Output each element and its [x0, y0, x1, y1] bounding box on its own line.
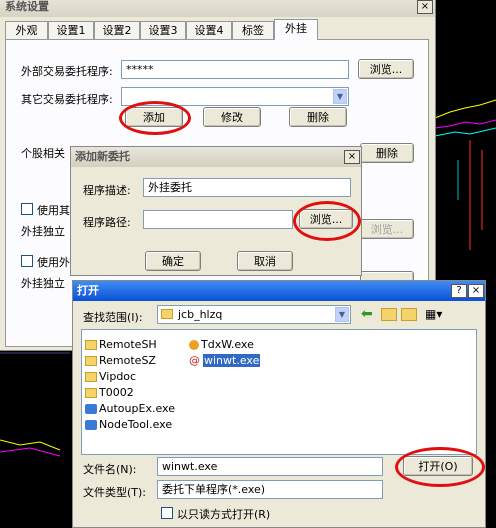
settings-title: 系统设置 [5, 0, 49, 13]
open-help-button[interactable]: ? [451, 284, 467, 298]
sun-icon [189, 340, 199, 350]
other-trade-label: 其它交易委托程序: [21, 93, 113, 106]
tab-settings1[interactable]: 设置1 [48, 21, 94, 39]
add-order-title: 添加新委托 [75, 150, 130, 163]
list-item[interactable]: RemoteSZ [85, 354, 156, 368]
open-title-bar: 打开 [73, 281, 485, 301]
tab-appearance[interactable]: 外观 [5, 21, 48, 39]
list-item[interactable]: NodeTool.exe [85, 418, 172, 432]
exe-gear-icon [85, 404, 97, 414]
other-trade-select[interactable] [121, 87, 349, 106]
list-item[interactable]: RemoteSH [85, 338, 157, 352]
program-desc-label: 程序描述: [83, 184, 131, 197]
open-file-dialog: 打开 ? × 查找范围(I): jcb_hlzq ▼ ⬅ ▦▾ RemoteSH… [72, 280, 486, 528]
tab-settings4[interactable]: 设置4 [186, 21, 232, 39]
list-item[interactable]: AutoupEx.exe [85, 402, 175, 416]
filename-field[interactable]: winwt.exe [157, 457, 383, 476]
ext-indep2-label: 外挂独立 [21, 277, 65, 290]
add-order-close-button[interactable]: × [344, 150, 360, 164]
list-item[interactable]: T0002 [85, 386, 134, 400]
program-desc-field[interactable]: 外挂委托 [143, 178, 351, 197]
tab-settings3[interactable]: 设置3 [140, 21, 186, 39]
folder-icon [85, 340, 97, 350]
lookin-value: jcb_hlzq [178, 308, 223, 321]
filetype-select[interactable]: 委托下单程序(*.exe) [157, 480, 383, 499]
folder-icon [85, 372, 97, 382]
open-close-button[interactable]: × [468, 284, 484, 298]
folder-icon [85, 388, 97, 398]
modify-button[interactable]: 修改 [203, 107, 261, 127]
open-button[interactable]: 打开(O) [403, 456, 473, 476]
cancel-button[interactable]: 取消 [237, 251, 293, 271]
exe-gear-icon [85, 420, 97, 430]
ext-trade-field[interactable]: ***** [121, 60, 349, 79]
stock-related-label: 个股相关 [21, 147, 65, 160]
delete2-button[interactable]: 删除 [360, 143, 414, 163]
lookin-select[interactable]: jcb_hlzq [157, 305, 351, 324]
tab-settings2[interactable]: 设置2 [94, 21, 140, 39]
use1-checkbox[interactable] [21, 203, 33, 215]
ext-trade-browse-button[interactable]: 浏览... [358, 59, 414, 79]
ext-trade-label: 外部交易委托程序: [21, 65, 113, 78]
ext-indep1-label: 外挂独立 [21, 225, 65, 238]
browse2-button[interactable]: 浏览... [360, 219, 414, 239]
filename-label: 文件名(N): [83, 463, 137, 476]
delete-button[interactable]: 删除 [289, 107, 347, 127]
lookin-chevron-down-icon[interactable]: ▼ [335, 307, 349, 322]
list-item[interactable]: Vipdoc [85, 370, 136, 384]
lookin-label: 查找范围(I): [83, 311, 143, 324]
add-button[interactable]: 添加 [125, 107, 183, 127]
list-item-selected[interactable]: @ winwt.exe [189, 354, 261, 368]
back-arrow-icon[interactable]: ⬅ [361, 306, 373, 322]
use1-label: 使用其 [37, 204, 70, 217]
settings-close-button[interactable]: × [417, 0, 433, 14]
lookin-folder-icon [161, 309, 173, 319]
tab-labels[interactable]: 标签 [232, 21, 274, 39]
folder-icon [85, 356, 97, 366]
program-path-browse-button[interactable]: 浏览... [299, 209, 353, 229]
open-title: 打开 [77, 284, 99, 297]
settings-title-bar: 系统设置 [0, 0, 435, 17]
filetype-label: 文件类型(T): [83, 486, 147, 499]
ok-button[interactable]: 确定 [145, 251, 201, 271]
use2-checkbox[interactable] [21, 255, 33, 267]
at-icon: @ [189, 354, 200, 367]
readonly-label: 以只读方式打开(R) [177, 508, 271, 521]
use2-label: 使用外 [37, 256, 70, 269]
view-menu-icon[interactable]: ▦▾ [425, 307, 442, 321]
up-folder-icon[interactable] [381, 308, 397, 321]
program-path-label: 程序路径: [83, 216, 131, 229]
add-order-dialog: 添加新委托 × 程序描述: 外挂委托 程序路径: 浏览... 确定 取消 [70, 146, 362, 276]
tab-plugins[interactable]: 外挂 [274, 19, 318, 40]
readonly-checkbox[interactable] [161, 507, 173, 519]
chevron-down-icon[interactable]: ▼ [333, 89, 347, 104]
new-folder-icon[interactable] [401, 308, 417, 321]
program-path-field[interactable] [143, 210, 293, 229]
add-order-title-bar: 添加新委托 [71, 147, 361, 167]
list-item[interactable]: TdxW.exe [189, 338, 254, 352]
